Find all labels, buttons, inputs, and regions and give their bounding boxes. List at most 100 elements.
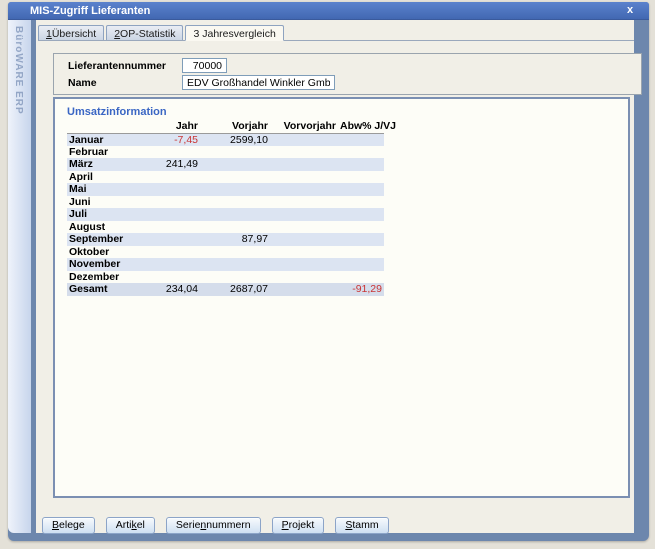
close-icon[interactable]: x [623, 4, 637, 16]
brand-logo-text: BüroWARE ERP [8, 20, 24, 115]
value-cell [270, 208, 338, 221]
value-cell [338, 271, 384, 284]
tab-page-content: 1 Übersicht 2 OP-Statistik 3 Jahresvergl… [36, 20, 634, 533]
button-label-part: nummern [206, 519, 250, 531]
value-cell [338, 133, 384, 146]
value-cell [338, 258, 384, 271]
value-cell: 87,97 [200, 233, 270, 246]
value-cell [130, 171, 200, 184]
month-cell: November [67, 258, 130, 271]
month-cell: März [67, 158, 130, 171]
table-header-row: Jahr Vorjahr Vorvorjahr Abw% J/VJ [67, 120, 384, 133]
value-cell [130, 258, 200, 271]
window-title: MIS-Zugriff Lieferanten [30, 5, 150, 17]
value-cell [270, 271, 338, 284]
value-cell [270, 171, 338, 184]
col-header-month [67, 120, 130, 133]
tab-jahresvergleich[interactable]: 3 Jahresvergleich [185, 25, 283, 41]
value-cell [200, 158, 270, 171]
value-cell [130, 196, 200, 209]
button-label-part: tamm [352, 519, 378, 531]
value-cell [130, 146, 200, 159]
belege-button[interactable]: Belege [42, 517, 95, 534]
button-label-part: rojekt [289, 519, 315, 531]
artikel-button[interactable]: Artikel [106, 517, 155, 534]
value-cell [130, 271, 200, 284]
brand-sidebar: BüroWARE ERP [8, 20, 31, 533]
value-cell [338, 246, 384, 259]
value-cell: -7,45 [130, 133, 200, 146]
footer-button-bar: Belege Artikel Seriennummern Projekt Sta… [42, 516, 389, 534]
button-mnemonic: P [282, 519, 289, 531]
table-row: Januar-7,452599,10 [67, 133, 384, 146]
month-cell: Dezember [67, 271, 130, 284]
tab-bar: 1 Übersicht 2 OP-Statistik 3 Jahresvergl… [38, 25, 634, 41]
tab-op-statistik[interactable]: 2 OP-Statistik [106, 25, 183, 40]
value-cell [338, 208, 384, 221]
value-cell [130, 208, 200, 221]
value-cell: 234,04 [130, 283, 200, 296]
value-cell [338, 171, 384, 184]
tab-uebersicht[interactable]: 1 Übersicht [38, 25, 104, 40]
value-cell [338, 196, 384, 209]
month-cell: April [67, 171, 130, 184]
value-cell [338, 146, 384, 159]
value-cell [200, 271, 270, 284]
titlebar[interactable]: MIS-Zugriff Lieferanten x [8, 2, 649, 20]
name-label: Name [68, 77, 168, 89]
month-cell: August [67, 221, 130, 234]
table-row: September 87,97 [67, 233, 384, 246]
value-cell [200, 196, 270, 209]
month-cell: Februar [67, 146, 130, 159]
seriennummern-button[interactable]: Seriennummern [166, 517, 261, 534]
table-row: Februar [67, 146, 384, 159]
table-row: Dezember [67, 271, 384, 284]
name-field[interactable] [182, 75, 335, 90]
table-row: Oktober [67, 246, 384, 259]
table-row: August [67, 221, 384, 234]
button-label-part: el [137, 519, 145, 531]
value-cell [200, 208, 270, 221]
month-cell: Juni [67, 196, 130, 209]
umsatz-heading: Umsatzinformation [67, 106, 167, 118]
table-row: März241,49 [67, 158, 384, 171]
lieferantennummer-label: Lieferantennummer [68, 60, 168, 72]
tab-label-part: 3 Jahresvergleich [193, 28, 275, 40]
value-cell [200, 221, 270, 234]
projekt-button[interactable]: Projekt [272, 517, 325, 534]
value-cell [270, 233, 338, 246]
tab-label-part: OP-Statistik [120, 28, 175, 40]
value-cell: 2599,10 [200, 133, 270, 146]
value-cell [200, 171, 270, 184]
month-cell: Mai [67, 183, 130, 196]
value-cell [270, 246, 338, 259]
umsatz-table: Jahr Vorjahr Vorvorjahr Abw% J/VJ Januar… [67, 120, 384, 296]
umsatz-table-body: Januar-7,452599,10FebruarMärz241,49April… [67, 133, 384, 296]
value-cell [270, 158, 338, 171]
value-cell [130, 221, 200, 234]
lieferantennummer-field[interactable] [182, 58, 227, 73]
form-row-name: Name [68, 75, 168, 90]
value-cell [200, 246, 270, 259]
value-cell [200, 183, 270, 196]
app-window: MIS-Zugriff Lieferanten x BüroWARE ERP 1… [8, 2, 649, 541]
value-cell: 2687,07 [200, 283, 270, 296]
col-header-vorvorjahr: Vorvorjahr [270, 120, 338, 133]
value-cell [130, 183, 200, 196]
button-label-part: Arti [116, 519, 132, 531]
supplier-form-group: Lieferantennummer Name [53, 53, 642, 95]
month-cell: September [67, 233, 130, 246]
col-header-vorjahr: Vorjahr [200, 120, 270, 133]
button-label-part: Serie [176, 519, 201, 531]
value-cell [270, 283, 338, 296]
table-row: Mai [67, 183, 384, 196]
value-cell [270, 183, 338, 196]
value-cell [270, 196, 338, 209]
value-cell [130, 233, 200, 246]
button-mnemonic: S [345, 519, 352, 531]
value-cell [270, 146, 338, 159]
month-cell: Januar [67, 133, 130, 146]
stamm-button[interactable]: Stamm [335, 517, 388, 534]
col-header-abw: Abw% J/VJ [338, 120, 384, 133]
month-cell: Juli [67, 208, 130, 221]
